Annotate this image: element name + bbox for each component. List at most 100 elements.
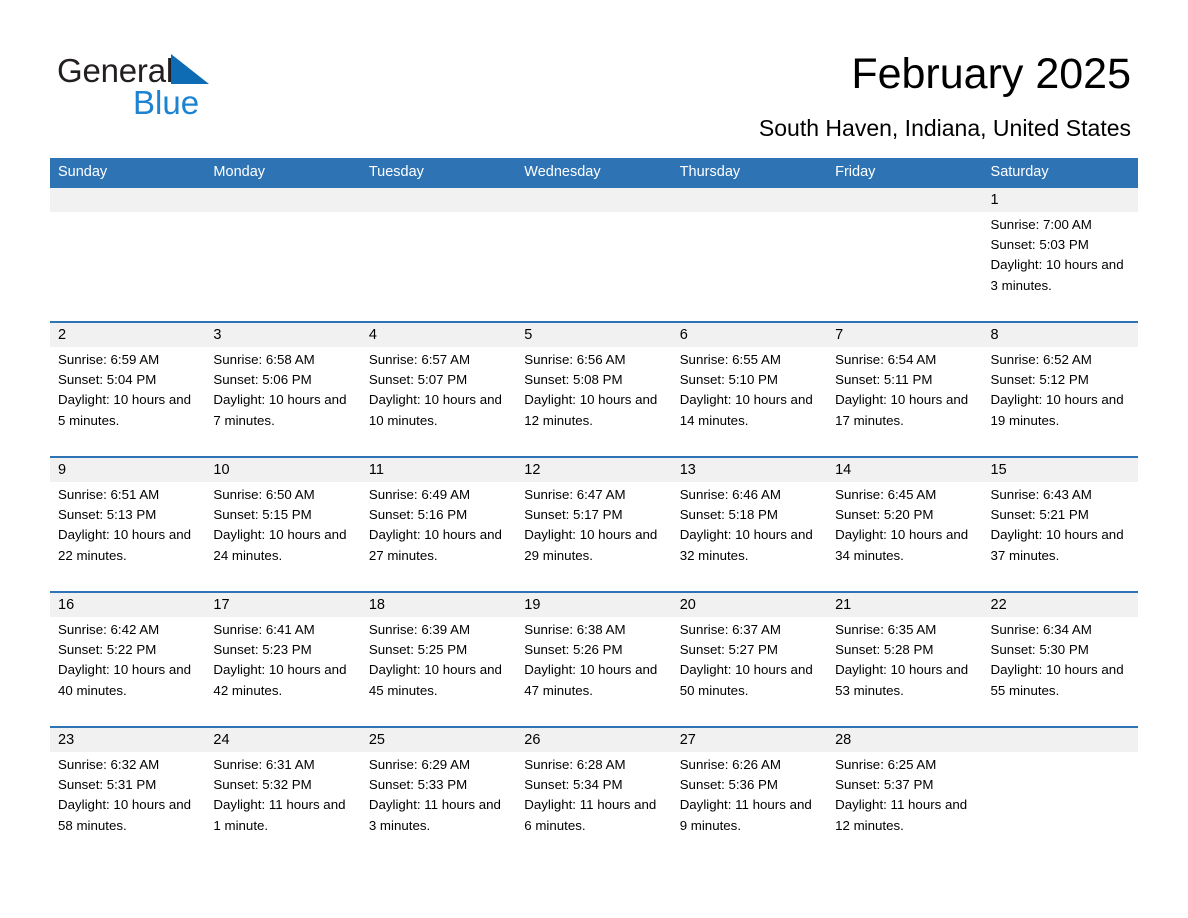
- day-details: Sunrise: 6:49 AM Sunset: 5:16 PM Daylight:…: [361, 482, 516, 566]
- day-number: 21: [827, 593, 983, 617]
- calendar-day-cell[interactable]: 11 Sunrise: 6:49 AM Sunset: 5:16 PM Dayligh…: [360, 458, 517, 591]
- weekday-header-wednesday: Wednesday: [524, 164, 601, 180]
- day-details: Sunrise: 6:58 AM Sunset: 5:06 PM Daylight:…: [205, 347, 360, 431]
- sunrise-text: Sunrise: 6:32 AM: [58, 757, 160, 772]
- daylight-text: Daylight: 10 hours and 3 minutes.: [990, 257, 1124, 293]
- calendar-day-cell-empty: [360, 188, 517, 321]
- day-details: Sunrise: 6:59 AM Sunset: 5:04 PM Daylight:…: [50, 347, 205, 431]
- day-number: 28: [827, 728, 983, 752]
- sunrise-text: Sunrise: 6:26 AM: [679, 757, 781, 772]
- calendar-day-cell[interactable]: 8 Sunrise: 6:52 AM Sunset: 5:12 PM Daylight…: [982, 323, 1138, 456]
- daylight-text: Daylight: 10 hours and 45 minutes.: [368, 662, 502, 698]
- calendar-day-cell[interactable]: 28 Sunrise: 6:25 AM Sunset: 5:37 PM Dayligh…: [827, 728, 983, 861]
- calendar-day-cell[interactable]: 22 Sunrise: 6:34 AM Sunset: 5:30 PM Dayligh…: [982, 593, 1138, 726]
- sunrise-text: Sunrise: 6:45 AM: [835, 487, 937, 502]
- sunrise-text: Sunrise: 7:00 AM: [990, 217, 1092, 232]
- sunrise-text: Sunrise: 6:29 AM: [368, 757, 471, 772]
- day-details: Sunrise: 6:47 AM Sunset: 5:17 PM Daylight:…: [516, 482, 671, 566]
- day-number: 6: [671, 323, 828, 347]
- calendar-day-cell[interactable]: 23 Sunrise: 6:32 AM Sunset: 5:31 PM Dayligh…: [50, 728, 206, 861]
- daylight-text: Daylight: 10 hours and 42 minutes.: [213, 662, 347, 698]
- calendar-day-cell-empty: [205, 188, 361, 321]
- calendar-day-cell[interactable]: 5 Sunrise: 6:56 AM Sunset: 5:08 PM Daylight…: [516, 323, 672, 456]
- calendar-day-cell[interactable]: 6 Sunrise: 6:55 AM Sunset: 5:10 PM Daylight…: [671, 323, 828, 456]
- day-number: 26: [516, 728, 672, 752]
- calendar-day-cell[interactable]: 9 Sunrise: 6:51 AM Sunset: 5:13 PM Daylight…: [50, 458, 206, 591]
- day-details: Sunrise: 6:35 AM Sunset: 5:28 PM Daylight:…: [827, 617, 982, 701]
- calendar-day-cell-empty: [516, 188, 672, 321]
- sunrise-text: Sunrise: 6:43 AM: [990, 487, 1092, 502]
- sunset-text: Sunset: 5:28 PM: [835, 642, 934, 658]
- calendar-day-cell[interactable]: 24 Sunrise: 6:31 AM Sunset: 5:32 PM Dayligh…: [205, 728, 361, 861]
- sunrise-text: Sunrise: 6:59 AM: [58, 352, 160, 367]
- day-details: Sunrise: 6:41 AM Sunset: 5:23 PM Daylight:…: [205, 617, 360, 701]
- sunrise-text: Sunrise: 6:56 AM: [524, 352, 626, 367]
- sunset-text: Sunset: 5:21 PM: [990, 507, 1089, 523]
- day-number: [982, 728, 1138, 752]
- calendar-day-cell[interactable]: 14 Sunrise: 6:45 AM Sunset: 5:20 PM Dayligh…: [827, 458, 983, 591]
- calendar-day-cell[interactable]: 10 Sunrise: 6:50 AM Sunset: 5:15 PM Dayligh…: [205, 458, 361, 591]
- sunset-text: Sunset: 5:04 PM: [58, 372, 157, 388]
- daylight-text: Daylight: 10 hours and 19 minutes.: [990, 392, 1124, 428]
- day-details: Sunrise: 6:51 AM Sunset: 5:13 PM Daylight:…: [50, 482, 205, 566]
- week-row: 1 Sunrise: 7:00 AM Sunset: 5:03 PM Daylight…: [50, 186, 1138, 321]
- day-details: Sunrise: 6:32 AM Sunset: 5:31 PM Daylight:…: [50, 752, 205, 836]
- sunrise-text: Sunrise: 6:57 AM: [368, 352, 471, 367]
- day-number: [827, 188, 983, 212]
- daylight-text: Daylight: 11 hours and 12 minutes.: [835, 797, 968, 833]
- daylight-text: Daylight: 10 hours and 24 minutes.: [213, 527, 347, 563]
- sunrise-text: Sunrise: 6:34 AM: [990, 622, 1092, 637]
- sunrise-text: Sunrise: 6:49 AM: [368, 487, 471, 502]
- calendar-day-cell[interactable]: 26 Sunrise: 6:28 AM Sunset: 5:34 PM Dayligh…: [516, 728, 672, 861]
- sunrise-text: Sunrise: 6:55 AM: [679, 352, 781, 367]
- sunset-text: Sunset: 5:22 PM: [58, 642, 157, 658]
- sunset-text: Sunset: 5:07 PM: [368, 372, 468, 388]
- daylight-text: Daylight: 10 hours and 5 minutes.: [58, 392, 192, 428]
- sunrise-text: Sunrise: 6:46 AM: [679, 487, 781, 502]
- day-details: Sunrise: 6:26 AM Sunset: 5:36 PM Daylight:…: [672, 752, 827, 836]
- calendar-day-cell[interactable]: 21 Sunrise: 6:35 AM Sunset: 5:28 PM Dayligh…: [827, 593, 983, 726]
- sunset-text: Sunset: 5:33 PM: [368, 777, 468, 793]
- day-details: Sunrise: 6:31 AM Sunset: 5:32 PM Daylight:…: [205, 752, 360, 836]
- calendar-day-cell[interactable]: 16 Sunrise: 6:42 AM Sunset: 5:22 PM Dayligh…: [50, 593, 206, 726]
- daylight-text: Daylight: 11 hours and 1 minute.: [213, 797, 346, 833]
- calendar-day-cell[interactable]: 13 Sunrise: 6:46 AM Sunset: 5:18 PM Dayligh…: [671, 458, 828, 591]
- weekday-header-friday: Friday: [835, 164, 876, 180]
- sunrise-text: Sunrise: 6:41 AM: [213, 622, 315, 637]
- day-details: Sunrise: 6:52 AM Sunset: 5:12 PM Daylight:…: [983, 347, 1138, 431]
- calendar-day-cell-empty: [982, 728, 1138, 861]
- day-number: 12: [516, 458, 672, 482]
- sunset-text: Sunset: 5:37 PM: [835, 777, 934, 793]
- day-number: 25: [360, 728, 517, 752]
- calendar-day-cell[interactable]: 4 Sunrise: 6:57 AM Sunset: 5:07 PM Daylight…: [360, 323, 517, 456]
- day-number: [516, 188, 672, 212]
- calendar-day-cell[interactable]: 1 Sunrise: 7:00 AM Sunset: 5:03 PM Daylight…: [982, 188, 1138, 321]
- calendar-day-cell[interactable]: 3 Sunrise: 6:58 AM Sunset: 5:06 PM Daylight…: [205, 323, 361, 456]
- calendar-day-cell[interactable]: 19 Sunrise: 6:38 AM Sunset: 5:26 PM Dayligh…: [516, 593, 672, 726]
- calendar-day-cell[interactable]: 2 Sunrise: 6:59 AM Sunset: 5:04 PM Daylight…: [50, 323, 206, 456]
- day-number: 8: [982, 323, 1138, 347]
- calendar-day-cell[interactable]: 15 Sunrise: 6:43 AM Sunset: 5:21 PM Dayligh…: [982, 458, 1138, 591]
- day-details: Sunrise: 7:00 AM Sunset: 5:03 PM Daylight:…: [983, 212, 1138, 296]
- sunset-text: Sunset: 5:10 PM: [679, 372, 778, 388]
- calendar-day-cell[interactable]: 25 Sunrise: 6:29 AM Sunset: 5:33 PM Dayligh…: [360, 728, 517, 861]
- daylight-text: Daylight: 10 hours and 12 minutes.: [524, 392, 658, 428]
- day-number: 1: [982, 188, 1138, 212]
- calendar-day-cell[interactable]: 17 Sunrise: 6:41 AM Sunset: 5:23 PM Dayligh…: [205, 593, 361, 726]
- day-number: 7: [827, 323, 983, 347]
- page-subtitle: South Haven, Indiana, United States: [758, 115, 1131, 141]
- weekday-header-saturday: Saturday: [990, 164, 1049, 180]
- sunrise-text: Sunrise: 6:58 AM: [213, 352, 315, 367]
- sunrise-text: Sunrise: 6:25 AM: [835, 757, 937, 772]
- sunset-text: Sunset: 5:06 PM: [213, 372, 312, 388]
- daylight-text: Daylight: 10 hours and 27 minutes.: [368, 527, 502, 563]
- calendar-day-cell[interactable]: 27 Sunrise: 6:26 AM Sunset: 5:36 PM Dayligh…: [671, 728, 828, 861]
- week-row: 23 Sunrise: 6:32 AM Sunset: 5:31 PM Dayligh…: [50, 726, 1138, 861]
- calendar-day-cell[interactable]: 18 Sunrise: 6:39 AM Sunset: 5:25 PM Dayligh…: [360, 593, 517, 726]
- general-blue-logo[interactable]: General Blue: [57, 52, 357, 124]
- sunrise-text: Sunrise: 6:31 AM: [213, 757, 315, 772]
- calendar-day-cell[interactable]: 20 Sunrise: 6:37 AM Sunset: 5:27 PM Dayligh…: [671, 593, 828, 726]
- calendar-day-cell[interactable]: 12 Sunrise: 6:47 AM Sunset: 5:17 PM Dayligh…: [516, 458, 672, 591]
- sunrise-text: Sunrise: 6:39 AM: [368, 622, 471, 637]
- calendar-day-cell[interactable]: 7 Sunrise: 6:54 AM Sunset: 5:11 PM Daylight…: [827, 323, 983, 456]
